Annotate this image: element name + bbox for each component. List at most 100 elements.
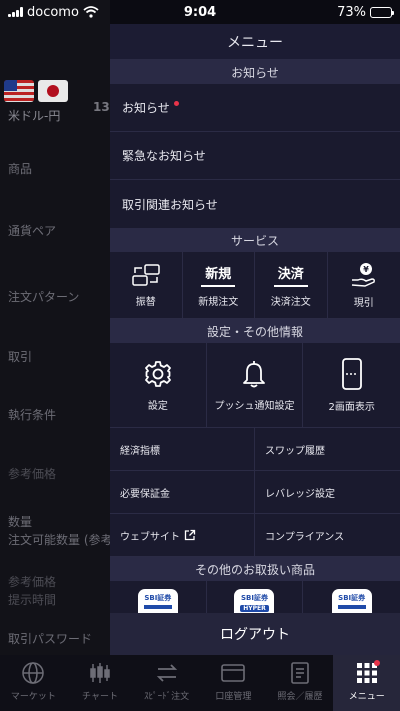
sbi-brand-text: SBI証券 bbox=[144, 594, 172, 602]
urgent-news-label: 緊急なお知らせ bbox=[122, 149, 206, 163]
battery-group: 73% bbox=[337, 4, 394, 20]
tab-menu-label: メニュー bbox=[348, 692, 385, 702]
tab-market[interactable]: マーケット bbox=[0, 655, 67, 711]
tab-chart[interactable]: チャート bbox=[67, 655, 134, 711]
bell-icon bbox=[243, 360, 266, 387]
compliance-label: コンプライアンス bbox=[265, 531, 345, 543]
bg-row-pair: 通貨ペア bbox=[8, 224, 57, 238]
carrier-group: docomo bbox=[8, 5, 99, 20]
status-bar: docomo 9:04 73% bbox=[0, 0, 400, 24]
settings-button[interactable]: 設定 bbox=[110, 343, 207, 427]
tab-market-label: マーケット bbox=[10, 692, 56, 702]
bg-row-quantity: 数量 bbox=[8, 515, 33, 529]
yen-hand-icon: ¥ bbox=[351, 262, 375, 287]
section-news-header: お知らせ bbox=[110, 60, 400, 84]
required-margin-link[interactable]: 必要保証金 bbox=[110, 471, 255, 514]
battery-icon bbox=[370, 6, 394, 18]
external-link-icon bbox=[184, 529, 196, 541]
signal-icon bbox=[8, 7, 23, 17]
section-products-header: その他のお取扱い商品 bbox=[110, 557, 400, 581]
urgent-news-item[interactable]: 緊急なお知らせ bbox=[110, 132, 400, 180]
tab-account[interactable]: 口座管理 bbox=[200, 655, 267, 711]
tab-history[interactable]: 照会／履歴 bbox=[267, 655, 334, 711]
delivery-button[interactable]: ¥ 現引 bbox=[328, 252, 400, 318]
new-order-button[interactable]: 新規 新規注文 bbox=[183, 252, 255, 318]
currency-pair-label: 米ドル-円 bbox=[8, 109, 61, 123]
bg-row-trade: 取引 bbox=[8, 350, 33, 364]
globe-icon bbox=[22, 662, 45, 684]
economic-indicators-label: 経済指標 bbox=[120, 445, 160, 457]
tab-account-label: 口座管理 bbox=[215, 692, 252, 702]
rate-partial: 13 bbox=[93, 100, 110, 114]
section-settings-header: 設定・その他情報 bbox=[110, 319, 400, 343]
dual-screen-button[interactable]: 2画面表示 bbox=[303, 343, 400, 427]
phone-split-icon bbox=[341, 357, 362, 390]
bg-row-pattern: 注文パターン bbox=[8, 290, 80, 304]
menu-title: メニュー bbox=[110, 24, 400, 60]
wallet-icon bbox=[221, 664, 246, 682]
new-order-icon: 新規 bbox=[201, 263, 236, 287]
swap-history-label: スワップ履歴 bbox=[265, 445, 325, 457]
new-order-label: 新規注文 bbox=[198, 296, 239, 308]
app-stripe bbox=[143, 605, 172, 609]
gear-icon bbox=[144, 360, 171, 387]
leverage-settings-link[interactable]: レバレッジ設定 bbox=[255, 471, 400, 514]
settings-links: 経済指標 スワップ履歴 必要保証金 レバレッジ設定 ウェブサイト コンプライアン… bbox=[110, 428, 400, 557]
bg-row-orderable: 注文可能数量 (参考 bbox=[8, 533, 113, 547]
settlement-order-icon: 決済 bbox=[273, 263, 308, 287]
bg-row-product: 商品 bbox=[8, 162, 33, 176]
trade-news-label: 取引関連お知らせ bbox=[122, 197, 218, 212]
tab-speed-order[interactable]: ｽﾋﾟｰﾄﾞ注文 bbox=[133, 655, 200, 711]
section-services-header: サービス bbox=[110, 228, 400, 252]
economic-indicators-link[interactable]: 経済指標 bbox=[110, 428, 255, 471]
app-stripe bbox=[337, 605, 366, 609]
currency-flags bbox=[4, 80, 68, 102]
settings-grid: 設定 プッシュ通知設定 2画面表示 bbox=[110, 343, 400, 428]
transfer-label: 振替 bbox=[135, 296, 156, 308]
bg-row-execution: 執行条件 bbox=[8, 408, 57, 422]
transfer-button[interactable]: 振替 bbox=[110, 252, 183, 318]
transfer-icon bbox=[132, 263, 160, 286]
settings-label: 設定 bbox=[147, 400, 168, 412]
settlement-order-label: 決済注文 bbox=[270, 296, 311, 308]
website-link[interactable]: ウェブサイト bbox=[110, 514, 255, 557]
tab-speed-order-label: ｽﾋﾟｰﾄﾞ注文 bbox=[144, 692, 190, 702]
required-margin-label: 必要保証金 bbox=[120, 488, 170, 500]
menu-badge bbox=[374, 660, 381, 666]
sbi-brand-text: SBI証券 bbox=[240, 594, 268, 602]
hyper-badge: HYPER bbox=[240, 605, 269, 612]
bg-row-password: 取引パスワード bbox=[8, 632, 93, 646]
unread-badge bbox=[173, 101, 179, 106]
trade-news-item[interactable]: 取引関連お知らせ bbox=[110, 180, 400, 228]
push-settings-button[interactable]: プッシュ通知設定 bbox=[207, 343, 304, 427]
tab-chart-label: チャート bbox=[82, 692, 118, 702]
sbi-brand-text: SBI証券 bbox=[338, 594, 366, 602]
jp-flag-icon bbox=[38, 80, 68, 102]
delivery-label: 現引 bbox=[353, 297, 374, 309]
us-flag-icon bbox=[4, 80, 34, 102]
candlestick-icon bbox=[90, 663, 110, 683]
news-item[interactable]: お知らせ bbox=[110, 84, 400, 132]
settlement-order-button[interactable]: 決済 決済注文 bbox=[255, 252, 328, 318]
yen-glyph: ¥ bbox=[363, 265, 369, 274]
menu-panel: メニュー お知らせ お知らせ 緊急なお知らせ 取引関連お知らせ サービス 振替 … bbox=[110, 24, 400, 655]
compliance-link[interactable]: コンプライアンス bbox=[255, 514, 400, 557]
dual-screen-label: 2画面表示 bbox=[328, 401, 375, 413]
website-label: ウェブサイト bbox=[120, 531, 180, 543]
document-icon bbox=[291, 662, 309, 684]
services-grid: 振替 新規 新規注文 決済 決済注文 ¥ 現引 bbox=[110, 252, 400, 319]
leverage-settings-label: レバレッジ設定 bbox=[265, 488, 335, 500]
tab-bar: マーケット チャート ｽﾋﾟｰﾄﾞ注文 口座管理 照会／履歴 メニュー bbox=[0, 655, 400, 711]
logout-button[interactable]: ログアウト bbox=[110, 613, 400, 655]
battery-percent: 73% bbox=[337, 4, 366, 20]
bg-row-quote-time: 提示時間 bbox=[8, 593, 57, 607]
swap-history-link[interactable]: スワップ履歴 bbox=[255, 428, 400, 471]
background-order-screen: 米ドル-円 13 商品 通貨ペア 注文パターン 取引 執行条件 参考価格 数量 … bbox=[0, 0, 113, 655]
tab-menu[interactable]: メニュー bbox=[333, 655, 400, 711]
push-settings-label: プッシュ通知設定 bbox=[214, 400, 295, 412]
bg-row-ref-price-2: 参考価格 bbox=[8, 575, 57, 589]
wifi-icon bbox=[83, 6, 99, 18]
bg-row-ref-price: 参考価格 bbox=[8, 467, 57, 481]
tab-history-label: 照会／履歴 bbox=[277, 692, 323, 702]
carrier-name: docomo bbox=[27, 4, 79, 20]
